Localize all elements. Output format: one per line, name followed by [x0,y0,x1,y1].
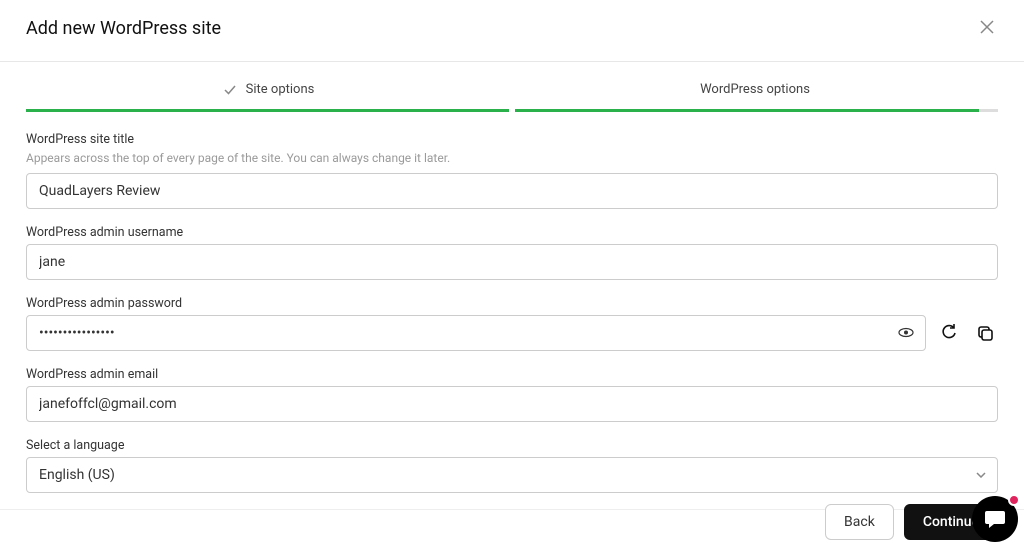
copy-password-button[interactable] [972,320,998,346]
step-site-options[interactable]: Site options [26,82,512,109]
site-title-hint: Appears across the top of every page of … [26,151,998,165]
step-label: WordPress options [700,82,810,97]
refresh-icon [940,324,958,342]
admin-email-label: WordPress admin email [26,367,998,382]
close-button[interactable] [976,14,998,43]
field-site-title: WordPress site title Appears across the … [26,132,998,209]
eye-icon [898,328,914,338]
chat-icon [983,507,1007,531]
site-title-input[interactable] [26,173,998,209]
header-divider [0,61,1024,62]
field-admin-password: WordPress admin password [26,296,998,351]
field-admin-email: WordPress admin email [26,367,998,422]
admin-email-input[interactable] [26,386,998,422]
admin-password-input[interactable] [26,315,926,351]
wizard-steps: Site options WordPress options [0,82,1024,109]
field-language: Select a language English (US) [26,438,998,493]
toggle-password-visibility[interactable] [896,324,916,343]
progress-segment-2 [515,109,998,112]
footer-actions: Back Continue [26,504,998,540]
regenerate-password-button[interactable] [936,320,962,346]
language-label: Select a language [26,438,998,453]
modal-title: Add new WordPress site [26,18,221,39]
admin-password-label: WordPress admin password [26,296,998,311]
step-label: Site options [246,82,315,97]
back-button[interactable]: Back [825,504,894,540]
chat-notification-badge [1008,494,1020,506]
close-icon [980,20,994,34]
language-select[interactable]: English (US) [26,457,998,493]
check-icon [224,84,236,96]
admin-username-label: WordPress admin username [26,225,998,240]
field-admin-username: WordPress admin username [26,225,998,280]
step-wordpress-options[interactable]: WordPress options [512,82,998,109]
site-title-label: WordPress site title [26,132,998,147]
admin-username-input[interactable] [26,244,998,280]
progress-segment-1 [26,109,509,112]
chat-launcher[interactable] [972,496,1018,542]
copy-icon [976,324,994,342]
